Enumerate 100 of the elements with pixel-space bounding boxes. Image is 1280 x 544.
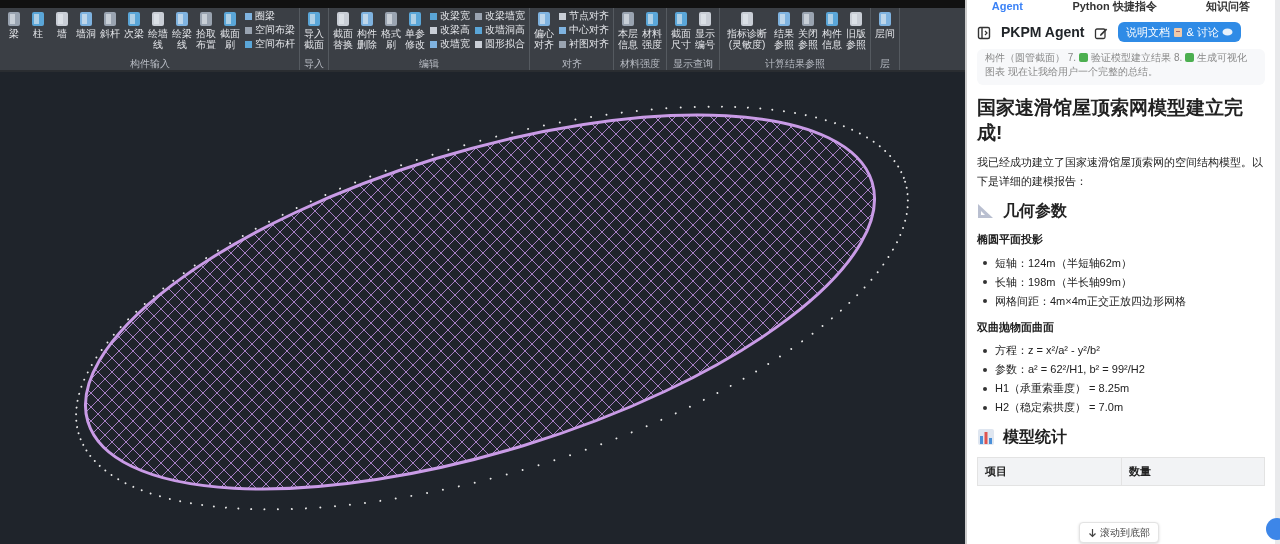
component-icon bbox=[358, 10, 376, 28]
component-icon bbox=[823, 10, 841, 28]
component-icon bbox=[101, 10, 119, 28]
ribbon-button[interactable]: 柱 bbox=[26, 8, 50, 58]
ribbon-button[interactable]: 指标诊断(灵敏度) bbox=[722, 8, 772, 58]
docs-button[interactable]: 说明文档 & 讨论 bbox=[1118, 21, 1241, 43]
speech-bubble-icon bbox=[1221, 27, 1233, 37]
list-item-text: H1（承重索垂度） = 8.25m bbox=[995, 381, 1130, 396]
component-icon bbox=[77, 10, 95, 28]
table-header-cell-text: 项目 bbox=[984, 464, 1008, 479]
ribbon-button[interactable]: 梁 bbox=[2, 8, 26, 58]
component-icon bbox=[197, 10, 215, 28]
ribbon-button[interactable]: 绘墙线 bbox=[146, 8, 170, 58]
component-icon bbox=[406, 10, 424, 28]
bullet-icon bbox=[983, 299, 987, 303]
message-heading: 国家速滑馆屋顶索网模型建立完成! bbox=[977, 96, 1244, 145]
component-icon bbox=[619, 10, 637, 28]
component-icon bbox=[149, 10, 167, 28]
ribbon-button[interactable]: 构件信息 bbox=[820, 8, 844, 58]
ribbon-button[interactable]: 墙 bbox=[50, 8, 74, 58]
bullet-icon bbox=[983, 386, 987, 391]
edit-icon bbox=[1094, 25, 1109, 40]
component-icon bbox=[738, 10, 756, 28]
ribbon-group-label: 构件输入 bbox=[128, 58, 171, 70]
component-icon bbox=[535, 10, 553, 28]
component-icon bbox=[847, 10, 865, 28]
component-icon bbox=[125, 10, 143, 28]
ribbon-button[interactable]: 材料强度 bbox=[640, 8, 664, 58]
ribbon-group-label: 材料强度 bbox=[619, 58, 661, 70]
list-item-text: 短轴：124m（半短轴62m） bbox=[995, 255, 1132, 271]
ribbon-button[interactable]: 空间布杆 bbox=[242, 38, 297, 50]
bullet-icon bbox=[983, 405, 987, 410]
section-heading: 模型统计 bbox=[1003, 427, 1067, 447]
ribbon-button[interactable]: 偏心对齐 bbox=[532, 8, 556, 58]
ribbon-button[interactable]: 格式刷 bbox=[379, 8, 403, 58]
ribbon-button[interactable]: 圆形拟合 bbox=[472, 38, 527, 50]
ribbon-button[interactable]: 层间 bbox=[873, 8, 897, 58]
ribbon-button[interactable]: 改梁高 bbox=[427, 24, 472, 36]
subheading: 双曲抛物面曲面 bbox=[977, 319, 1055, 335]
ribbon-group-label: 计算结果参照 bbox=[764, 58, 826, 70]
component-icon bbox=[382, 10, 400, 28]
component-icon bbox=[173, 10, 191, 28]
list-item-text: 长轴：198m（半长轴99m） bbox=[995, 274, 1132, 290]
subheading: 椭圆平面投影 bbox=[977, 232, 1044, 247]
component-icon bbox=[53, 10, 71, 28]
ribbon-button[interactable]: 斜杆 bbox=[98, 8, 122, 58]
panel-tab[interactable]: Python 快捷指令 bbox=[1072, 0, 1157, 13]
component-icon bbox=[5, 10, 23, 28]
ribbon-button[interactable]: 节点对齐 bbox=[556, 10, 611, 22]
ribbon-button[interactable]: 构件删除 bbox=[355, 8, 379, 58]
ribbon-button[interactable]: 导入截面 bbox=[302, 8, 326, 58]
component-icon bbox=[29, 10, 47, 28]
ribbon-button[interactable]: 截面尺寸 bbox=[669, 8, 693, 58]
component-icon bbox=[775, 10, 793, 28]
bullet-icon bbox=[983, 348, 987, 353]
component-icon bbox=[643, 10, 661, 28]
section-heading: 几何参数 bbox=[1003, 201, 1067, 221]
list-item-text: 方程：z = x²/a² - y²/b² bbox=[995, 343, 1100, 358]
bullet-icon bbox=[983, 261, 987, 265]
ribbon-button[interactable]: 拾取布置 bbox=[194, 8, 218, 58]
ribbon-group-label: 显示查询 bbox=[672, 58, 714, 70]
ribbon-button[interactable]: 衬图对齐 bbox=[556, 38, 611, 50]
panel-tab[interactable]: 知识问答 bbox=[1206, 0, 1251, 13]
ribbon-group-label: 编辑 bbox=[418, 58, 440, 70]
ribbon-button[interactable]: 次梁 bbox=[122, 8, 146, 58]
panel-tab[interactable]: Agent bbox=[991, 0, 1023, 13]
ribbon-button[interactable]: 显示编号 bbox=[693, 8, 717, 58]
component-icon bbox=[876, 10, 894, 28]
ribbon-button[interactable]: 改梁墙宽 bbox=[472, 10, 527, 22]
ribbon-button[interactable]: 旧版参照 bbox=[844, 8, 868, 58]
message-text: 我已经成功建立了国家速滑馆屋顶索网的空间结构模型。以下是详细的建模报告： bbox=[977, 155, 1264, 189]
check-icon bbox=[1079, 53, 1089, 62]
ribbon-button[interactable]: 中心对齐 bbox=[556, 24, 611, 36]
component-icon bbox=[221, 10, 239, 28]
ribbon-button[interactable]: 改墙洞高 bbox=[472, 24, 527, 36]
ribbon-group-label: 层 bbox=[879, 58, 891, 70]
panel-title: PKPM Agent bbox=[1001, 22, 1085, 42]
component-icon bbox=[696, 10, 714, 28]
scroll-to-bottom-button[interactable]: 滚动到底部 bbox=[1079, 522, 1159, 543]
ribbon-button[interactable]: 改梁宽 bbox=[427, 10, 472, 22]
down-arrow-icon bbox=[1088, 528, 1097, 539]
bar-chart-icon bbox=[977, 428, 995, 446]
ribbon-button[interactable]: 墙洞 bbox=[74, 8, 98, 58]
ribbon-button[interactable]: 结果参照 bbox=[772, 8, 796, 58]
ribbon-button[interactable]: 关闭参照 bbox=[796, 8, 820, 58]
ribbon-button[interactable]: 单参修改 bbox=[403, 8, 427, 58]
component-icon bbox=[799, 10, 817, 28]
table-header-cell: 数量 bbox=[1120, 458, 1264, 485]
list-item-text: 参数：a² = 62²/H1, b² = 99²/H2 bbox=[995, 362, 1145, 377]
ribbon-button[interactable]: 截面刷 bbox=[218, 8, 242, 58]
ribbon-button[interactable]: 本层信息 bbox=[616, 8, 640, 58]
ribbon-group-label: 对齐 bbox=[560, 58, 583, 70]
ribbon-button[interactable]: 绘梁线 bbox=[170, 8, 194, 58]
ribbon-button[interactable]: 空间布梁 bbox=[242, 24, 297, 36]
ribbon-button[interactable]: 圈梁 bbox=[242, 10, 297, 22]
ribbon-button[interactable]: 改墙宽 bbox=[427, 38, 472, 50]
list-item-text: H2（稳定索拱度） = 7.0m bbox=[995, 400, 1124, 415]
thinking-text: 构件（圆管截面） 7. 验证模型建立结果 8. 生成可视化图表 现在让我给用户一个完整的总结。 bbox=[977, 49, 1265, 85]
document-icon bbox=[1173, 26, 1184, 38]
ribbon-button[interactable]: 截面替换 bbox=[331, 8, 355, 58]
